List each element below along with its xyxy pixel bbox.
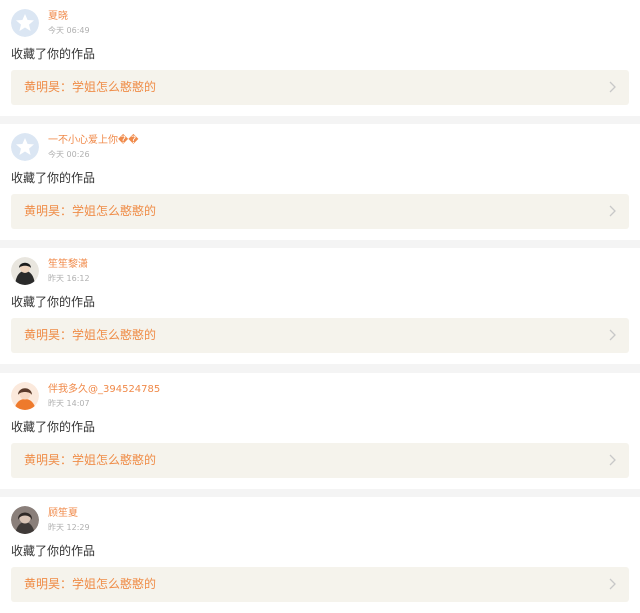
notification-card: 笙笙黎潇 昨天 16:12 收藏了你的作品 黄明昊：学姐怎么憨憨的 [0,248,640,364]
photo-avatar-icon[interactable] [11,506,39,534]
timestamp: 今天 00:26 [48,150,90,159]
work-title: 黄明昊：学姐怎么憨憨的 [24,328,157,342]
notification-card: 一不小心爱上你�� 今天 00:26 收藏了你的作品 黄明昊：学姐怎么憨憨的 [0,124,640,240]
action-text: 收藏了你的作品 [11,544,96,558]
chevron-right-icon [608,81,616,93]
photo-avatar-icon[interactable] [11,257,39,285]
action-text: 收藏了你的作品 [11,171,96,185]
work-title: 黄明昊：学姐怎么憨憨的 [24,453,157,467]
chevron-right-icon [608,578,616,590]
action-text: 收藏了你的作品 [11,420,96,434]
username[interactable]: 夏晓 [48,10,68,23]
photo-avatar-icon[interactable] [11,382,39,410]
username[interactable]: 顾笙夏 [48,507,78,520]
default-star-avatar-icon[interactable] [11,9,39,37]
timestamp: 昨天 16:12 [48,274,90,283]
work-link[interactable]: 黄明昊：学姐怎么憨憨的 [11,567,629,602]
username[interactable]: 笙笙黎潇 [48,258,88,271]
work-link[interactable]: 黄明昊：学姐怎么憨憨的 [11,70,629,105]
username[interactable]: 一不小心爱上你�� [48,134,139,147]
notification-card: 伴我多久@_394524785 昨天 14:07 收藏了你的作品 黄明昊：学姐怎… [0,373,640,489]
notification-card: 夏晓 今天 06:49 收藏了你的作品 黄明昊：学姐怎么憨憨的 [0,0,640,116]
work-link[interactable]: 黄明昊：学姐怎么憨憨的 [11,318,629,353]
timestamp: 昨天 14:07 [48,399,90,408]
notification-feed: 夏晓 今天 06:49 收藏了你的作品 黄明昊：学姐怎么憨憨的 一不小心爱上你�… [0,0,640,613]
username[interactable]: 伴我多久@_394524785 [48,383,160,396]
notification-card: 顾笙夏 昨天 12:29 收藏了你的作品 黄明昊：学姐怎么憨憨的 [0,497,640,613]
work-title: 黄明昊：学姐怎么憨憨的 [24,204,157,218]
action-text: 收藏了你的作品 [11,295,96,309]
default-star-avatar-icon[interactable] [11,133,39,161]
work-link[interactable]: 黄明昊：学姐怎么憨憨的 [11,443,629,478]
work-link[interactable]: 黄明昊：学姐怎么憨憨的 [11,194,629,229]
chevron-right-icon [608,454,616,466]
work-title: 黄明昊：学姐怎么憨憨的 [24,577,157,591]
chevron-right-icon [608,205,616,217]
chevron-right-icon [608,329,616,341]
timestamp: 今天 06:49 [48,26,90,35]
action-text: 收藏了你的作品 [11,47,96,61]
work-title: 黄明昊：学姐怎么憨憨的 [24,80,157,94]
timestamp: 昨天 12:29 [48,523,90,532]
